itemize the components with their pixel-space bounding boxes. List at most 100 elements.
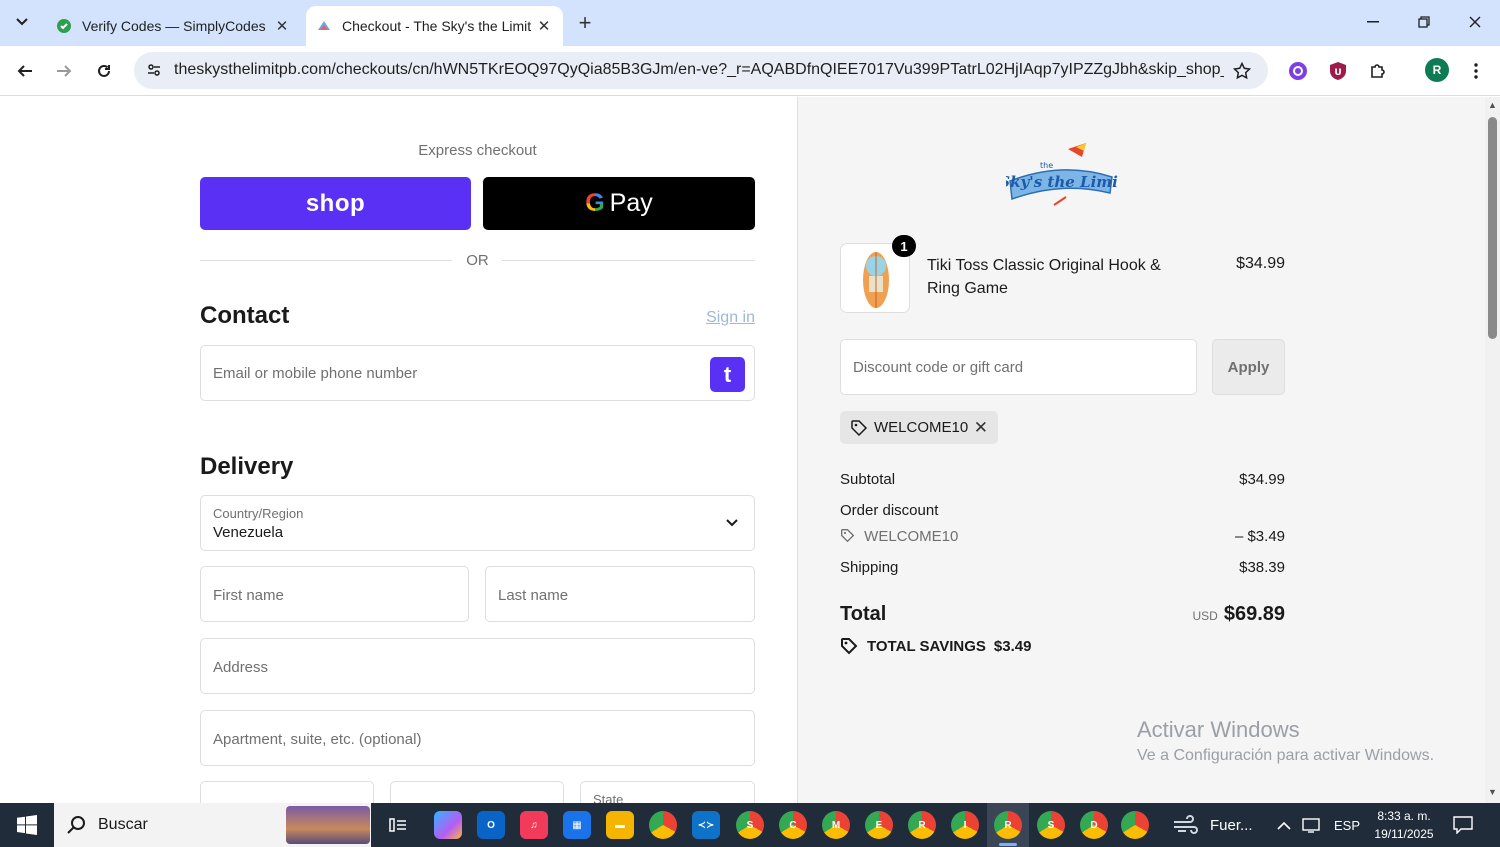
svg-text:U: U bbox=[1334, 68, 1341, 78]
chrome-profile-icon[interactable]: C bbox=[779, 811, 807, 839]
page-scrollbar[interactable]: ▲ ▼ bbox=[1485, 97, 1500, 803]
scroll-up-arrow-icon[interactable]: ▲ bbox=[1488, 101, 1497, 110]
city-field[interactable] bbox=[200, 781, 374, 803]
shop-pay-button[interactable]: shop bbox=[200, 177, 471, 230]
search-icon bbox=[67, 816, 85, 834]
shop-app-badge[interactable]: t bbox=[710, 357, 745, 392]
country-label: Country/Region bbox=[213, 506, 304, 521]
url-text[interactable]: theskysthelimitpb.com/checkouts/cn/hWN5T… bbox=[174, 61, 1224, 79]
quantity-badge: 1 bbox=[892, 235, 916, 257]
address-field[interactable]: Address bbox=[200, 638, 755, 694]
chrome-profile-icon[interactable]: I bbox=[951, 811, 979, 839]
state-label: State bbox=[593, 792, 624, 803]
taskbar-search-box[interactable]: Buscar bbox=[54, 803, 371, 847]
total-savings: TOTAL SAVINGS $3.49 bbox=[840, 637, 1031, 655]
order-discount-row: Order discount bbox=[840, 502, 1285, 519]
language-indicator[interactable]: ESP bbox=[1334, 803, 1360, 847]
email-field[interactable]: Email or mobile phone number t bbox=[200, 345, 755, 401]
close-window-icon[interactable] bbox=[1455, 8, 1495, 36]
total-label: Total bbox=[840, 603, 887, 625]
chrome-profile-icon[interactable]: R bbox=[908, 811, 936, 839]
notifications-icon[interactable] bbox=[1453, 803, 1473, 847]
chrome-profile-icon[interactable]: S bbox=[736, 811, 764, 839]
sign-in-link[interactable]: Sign in bbox=[690, 309, 755, 327]
discount-value: – $3.49 bbox=[1234, 528, 1285, 545]
google-g-icon: G bbox=[585, 189, 605, 217]
tab-checkout[interactable]: Checkout - The Sky's the Limit ✕ bbox=[306, 6, 563, 46]
forward-arrow-icon[interactable] bbox=[50, 57, 78, 85]
windows-start-icon[interactable] bbox=[0, 803, 54, 847]
chrome-profile-icon-active[interactable]: R bbox=[994, 811, 1022, 839]
last-name-field[interactable]: Last name bbox=[485, 566, 755, 622]
discount-placeholder: Discount code or gift card bbox=[853, 359, 1024, 376]
subtotal-row: Subtotal $34.99 bbox=[840, 471, 1285, 488]
delivery-heading: Delivery bbox=[200, 453, 294, 480]
reload-icon[interactable] bbox=[90, 57, 118, 85]
chrome-profile-icon[interactable] bbox=[1121, 811, 1149, 839]
address-placeholder: Address bbox=[213, 659, 269, 676]
tab-search-chevron-icon[interactable] bbox=[8, 8, 36, 36]
state-select[interactable]: State bbox=[580, 781, 755, 803]
profile-badge: D bbox=[1090, 819, 1098, 831]
chrome-profile-icon[interactable]: S bbox=[1037, 811, 1065, 839]
browser-tab-bar: Verify Codes — SimplyCodes ✕ Checkout - … bbox=[0, 0, 1500, 46]
google-pay-button[interactable]: G Pay bbox=[483, 177, 755, 230]
ublock-shield-icon[interactable]: U bbox=[1326, 59, 1350, 83]
windows-taskbar: Buscar O ♫ ▦ ▬ ≺≻ S C M E R I R S D Fuer… bbox=[0, 803, 1500, 847]
close-tab-icon[interactable]: ✕ bbox=[271, 15, 293, 37]
tab-verify-codes[interactable]: Verify Codes — SimplyCodes ✕ bbox=[46, 6, 301, 46]
site-settings-icon[interactable] bbox=[142, 58, 166, 82]
minimize-window-icon[interactable] bbox=[1353, 8, 1393, 36]
browser-toolbar: theskysthelimitpb.com/checkouts/cn/hWN5T… bbox=[0, 46, 1500, 96]
first-name-placeholder: First name bbox=[213, 587, 284, 604]
extension-purple-icon[interactable] bbox=[1286, 59, 1310, 83]
savings-tag-icon bbox=[841, 638, 858, 655]
postal-code-field[interactable] bbox=[390, 781, 564, 803]
copilot-icon[interactable] bbox=[434, 811, 462, 839]
simplycodes-favicon-icon bbox=[56, 18, 72, 34]
scroll-down-arrow-icon[interactable]: ▼ bbox=[1488, 788, 1497, 797]
order-summary-panel: Sky's the Limit the 1 Tiki Toss Classic … bbox=[797, 97, 1485, 803]
microsoft-store-icon[interactable]: ▦ bbox=[563, 811, 591, 839]
vscode-icon[interactable]: ≺≻ bbox=[692, 811, 720, 839]
profile-badge: S bbox=[1047, 819, 1055, 831]
file-explorer-icon[interactable]: ▬ bbox=[606, 811, 634, 839]
apartment-placeholder: Apartment, suite, etc. (optional) bbox=[213, 731, 422, 748]
music-app-icon[interactable]: ♫ bbox=[520, 811, 548, 839]
show-hidden-icons-chevron-icon[interactable] bbox=[1277, 803, 1291, 847]
extensions-puzzle-icon[interactable] bbox=[1366, 59, 1390, 83]
network-icon[interactable] bbox=[1302, 803, 1322, 847]
shop-pay-label: shop bbox=[305, 189, 366, 217]
address-bar[interactable]: theskysthelimitpb.com/checkouts/cn/hWN5T… bbox=[134, 52, 1268, 89]
restore-window-icon[interactable] bbox=[1404, 8, 1444, 36]
chrome-profile-icon[interactable]: D bbox=[1080, 811, 1108, 839]
task-view-icon[interactable] bbox=[384, 811, 412, 839]
remove-discount-icon[interactable]: ✕ bbox=[974, 418, 988, 438]
discount-code-field[interactable]: Discount code or gift card bbox=[840, 339, 1197, 395]
scrollbar-thumb[interactable] bbox=[1488, 117, 1497, 339]
chrome-icon[interactable] bbox=[649, 811, 677, 839]
profile-badge: S bbox=[746, 819, 754, 831]
apply-button[interactable]: Apply bbox=[1212, 339, 1285, 395]
profile-avatar[interactable]: R bbox=[1425, 58, 1449, 82]
tab-title: Verify Codes — SimplyCodes bbox=[82, 18, 266, 34]
store-logo[interactable]: Sky's the Limit the bbox=[1006, 141, 1118, 207]
bookmark-star-icon[interactable] bbox=[1230, 59, 1254, 83]
shipping-row: Shipping $38.39 bbox=[840, 559, 1285, 576]
weather-widget[interactable]: Fuer... bbox=[1172, 803, 1253, 847]
apartment-field[interactable]: Apartment, suite, etc. (optional) bbox=[200, 710, 755, 766]
profile-badge: R bbox=[1004, 819, 1012, 831]
chrome-profile-icon[interactable]: M bbox=[822, 811, 850, 839]
more-menu-icon[interactable] bbox=[1464, 59, 1488, 83]
search-label: Buscar bbox=[98, 816, 148, 833]
outlook-icon[interactable]: O bbox=[477, 811, 505, 839]
first-name-field[interactable]: First name bbox=[200, 566, 469, 622]
discount-code-label: WELCOME10 bbox=[864, 528, 959, 545]
chrome-profile-icon[interactable]: E bbox=[865, 811, 893, 839]
profile-badge: C bbox=[789, 819, 797, 831]
back-arrow-icon[interactable] bbox=[11, 57, 39, 85]
close-tab-icon[interactable]: ✕ bbox=[533, 15, 555, 37]
new-tab-plus-icon[interactable]: + bbox=[572, 10, 598, 36]
country-select[interactable]: Country/Region Venezuela bbox=[200, 495, 755, 551]
system-clock[interactable]: 8:33 a. m. 19/11/2025 bbox=[1366, 807, 1442, 843]
